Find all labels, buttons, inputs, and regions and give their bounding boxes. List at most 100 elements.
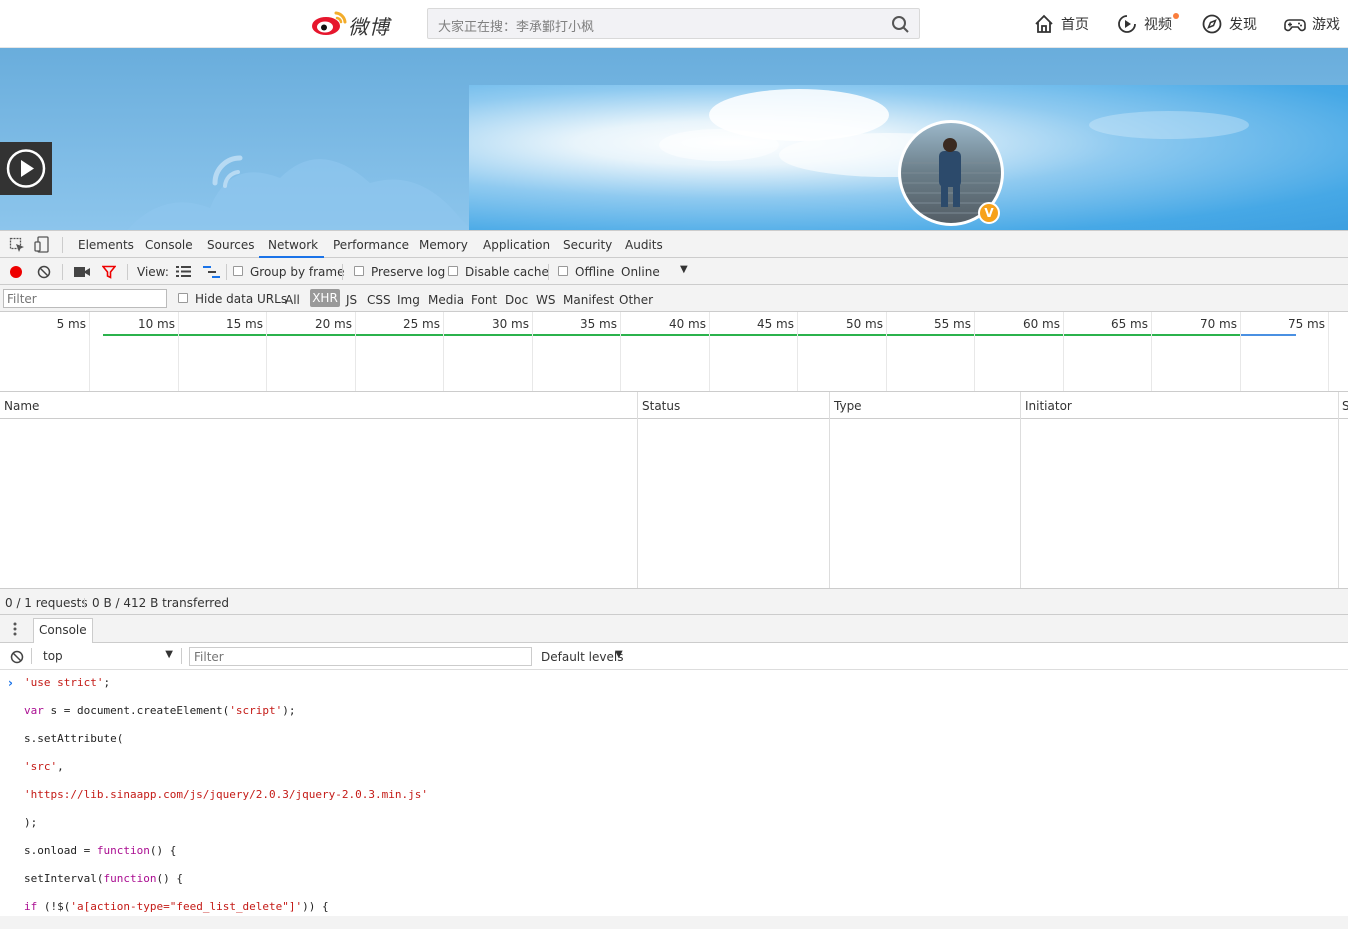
nav-video[interactable]: 视频 — [1116, 12, 1172, 36]
timeline-tick-label: 65 ms — [1110, 317, 1148, 331]
column-divider[interactable] — [1338, 392, 1339, 588]
devtools-tab-bar: Elements Console Sources Network Perform… — [0, 231, 1348, 258]
more-options-icon[interactable] — [13, 622, 17, 636]
timeline-gridline — [974, 312, 975, 391]
filter-type-manifest[interactable]: Manifest — [563, 293, 614, 307]
filter-funnel-icon[interactable] — [102, 265, 116, 279]
large-rows-icon[interactable] — [176, 266, 191, 277]
filter-type-font[interactable]: Font — [471, 293, 497, 307]
search-icon[interactable] — [891, 15, 909, 33]
timeline-tick-label: 55 ms — [933, 317, 971, 331]
console-code-line: 'https://lib.sinaapp.com/js/jquery/2.0.3… — [24, 788, 428, 801]
bottom-strip — [0, 916, 1348, 929]
timeline-gridline — [266, 312, 267, 391]
tab-console[interactable]: Console — [145, 238, 193, 252]
weibo-logo[interactable]: 微博 — [310, 7, 400, 39]
nav-discover-label: 发现 — [1229, 17, 1257, 33]
filter-type-xhr[interactable]: XHR — [310, 289, 340, 307]
timeline-tick-label: 75 ms — [1287, 317, 1325, 331]
timeline-tick-label: 5 ms — [56, 317, 86, 331]
cloud-decoration — [126, 155, 472, 230]
video-play-button[interactable] — [0, 142, 52, 195]
column-status[interactable]: Status — [642, 399, 680, 413]
filter-type-doc[interactable]: Doc — [505, 293, 528, 307]
tab-elements[interactable]: Elements — [78, 238, 134, 252]
tab-memory[interactable]: Memory — [419, 238, 468, 252]
request-count: 0 / 1 requests — [5, 596, 88, 610]
logo-text: 微博 — [348, 15, 390, 39]
timeline-gridline — [1151, 312, 1152, 391]
separator — [548, 264, 549, 280]
column-initiator[interactable]: Initiator — [1025, 399, 1072, 413]
compass-icon — [1202, 14, 1222, 34]
offline-checkbox[interactable] — [558, 266, 568, 276]
preserve-log-checkbox[interactable] — [354, 266, 364, 276]
disable-cache-label: Disable cache — [465, 265, 549, 279]
record-icon[interactable] — [9, 265, 23, 279]
tab-security[interactable]: Security — [563, 238, 612, 252]
tab-audits[interactable]: Audits — [625, 238, 663, 252]
nav-games[interactable]: 游戏 — [1284, 12, 1340, 36]
disable-cache-checkbox[interactable] — [448, 266, 458, 276]
throttling-select[interactable]: Online — [621, 265, 660, 279]
filter-type-media[interactable]: Media — [428, 293, 464, 307]
log-levels-select[interactable]: Default levels — [541, 650, 623, 664]
filter-type-css[interactable]: CSS — [367, 293, 391, 307]
filter-type-js[interactable]: JS — [346, 293, 357, 307]
timeline-tick-label: 35 ms — [579, 317, 617, 331]
timeline-tick-label: 15 ms — [225, 317, 263, 331]
console-code-line: s.onload = function() { — [24, 844, 177, 857]
console-code-line: ); — [24, 816, 38, 829]
tab-network[interactable]: Network — [268, 238, 318, 252]
view-label: View: — [137, 265, 169, 279]
clear-console-icon[interactable] — [10, 650, 24, 664]
column-size[interactable]: S — [1342, 399, 1348, 413]
tab-application[interactable]: Application — [483, 238, 550, 252]
timeline-tick-label: 45 ms — [756, 317, 794, 331]
nav-discover[interactable]: 发现 — [1201, 12, 1257, 36]
separator — [31, 648, 32, 664]
levels-dropdown-icon[interactable]: ▼ — [615, 649, 623, 660]
column-divider[interactable] — [637, 392, 638, 588]
group-by-frame-checkbox[interactable] — [233, 266, 243, 276]
column-divider[interactable] — [1020, 392, 1021, 588]
transferred-size: 0 B / 412 B transferred — [92, 596, 229, 610]
filter-type-all[interactable]: All — [285, 293, 300, 307]
console-code-line: s.setAttribute( — [24, 732, 124, 745]
network-filter-input[interactable] — [3, 289, 167, 308]
notification-dot — [1173, 13, 1179, 19]
nav-home[interactable]: 首页 — [1033, 12, 1089, 36]
group-by-frame-label: Group by frame — [250, 265, 345, 279]
timeline-load-bar — [103, 334, 1240, 336]
clear-icon[interactable] — [37, 265, 51, 279]
drawer-tab-console[interactable]: Console — [33, 618, 93, 643]
search-input[interactable]: 大家正在搜：李承鄞打小枫 — [427, 8, 920, 39]
throttling-dropdown-icon[interactable]: ▼ — [680, 264, 688, 275]
tab-sources[interactable]: Sources — [207, 238, 254, 252]
timeline-gridline — [797, 312, 798, 391]
screenshot-camera-icon[interactable] — [74, 266, 90, 278]
inspect-element-icon[interactable] — [9, 237, 25, 253]
context-select[interactable]: top ▼ — [37, 647, 177, 666]
filter-type-img[interactable]: Img — [397, 293, 420, 307]
console-output[interactable]: › 'use strict'; var s = document.createEl… — [0, 670, 1348, 920]
preserve-log-label: Preserve log — [371, 265, 446, 279]
search-placeholder: 大家正在搜：李承鄞打小枫 — [438, 20, 595, 35]
filter-type-ws[interactable]: WS — [536, 293, 555, 307]
console-code-line: setInterval(function() { — [24, 872, 183, 885]
network-filter-bar: Hide data URLs All JS CSS Img Media Font… — [0, 285, 1348, 312]
column-divider[interactable] — [829, 392, 830, 588]
waterfall-overview-icon[interactable] — [203, 266, 220, 278]
filter-type-other[interactable]: Other — [619, 293, 653, 307]
timeline-gridline — [1063, 312, 1064, 391]
column-type[interactable]: Type — [834, 399, 862, 413]
home-icon — [1035, 14, 1053, 33]
tab-performance[interactable]: Performance — [333, 238, 409, 252]
separator — [181, 648, 182, 664]
timeline-tick-label: 70 ms — [1199, 317, 1237, 331]
network-toolbar: View: Group by frame Preserve log Disabl… — [0, 258, 1348, 285]
device-toolbar-icon[interactable] — [34, 236, 50, 253]
hide-data-urls-checkbox[interactable] — [178, 293, 188, 303]
console-filter-input[interactable] — [189, 647, 532, 666]
column-name[interactable]: Name — [4, 399, 39, 413]
